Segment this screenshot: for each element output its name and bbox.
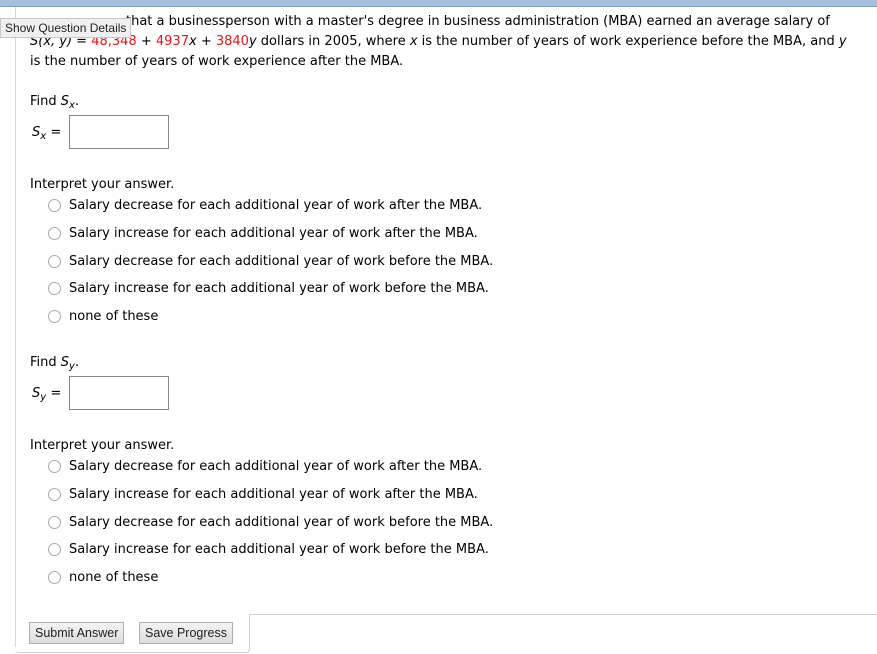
radio-button[interactable] — [48, 542, 61, 556]
sy-answer-label: Sy = — [32, 386, 61, 403]
part2-option[interactable]: none of these — [48, 568, 158, 586]
part2-option[interactable]: Salary increase for each additional year… — [48, 485, 478, 503]
option-label: none of these — [69, 569, 159, 585]
question-text-part: dollars in 2005, where — [256, 34, 410, 49]
top-bar — [0, 0, 877, 7]
show-question-details-tooltip[interactable]: Show Question Details — [0, 18, 132, 38]
sx-answer-input[interactable] — [69, 115, 169, 149]
option-label: Salary decrease for each additional year… — [69, 514, 494, 530]
save-progress-button[interactable]: Save Progress — [139, 622, 233, 644]
subscript: y — [69, 361, 75, 372]
part1-option[interactable]: Salary decrease for each additional year… — [48, 252, 493, 270]
option-label: Salary decrease for each additional year… — [69, 197, 483, 213]
radio-button[interactable] — [48, 309, 61, 323]
radio-button[interactable] — [48, 515, 61, 529]
interpret-label-2: Interpret your answer. — [30, 438, 175, 453]
radio-button[interactable] — [48, 487, 61, 501]
radio-button[interactable] — [48, 570, 61, 584]
formula-coef-x: 4937 — [155, 34, 189, 49]
part1-option[interactable]: Salary decrease for each additional year… — [48, 196, 482, 214]
part2-option[interactable]: Salary decrease for each additional year… — [48, 457, 482, 475]
formula-var-y: y — [248, 34, 257, 49]
question-line-3: is the number of years of work experienc… — [30, 54, 404, 69]
radio-button[interactable] — [48, 198, 61, 212]
part2-option[interactable]: Salary increase for each additional year… — [48, 540, 489, 558]
symbol: S — [60, 94, 70, 109]
var-y: y — [838, 34, 847, 49]
plus-sign: + — [136, 34, 156, 49]
left-divider — [15, 7, 16, 647]
question-line-2: S(x, y) = 48,348 + 4937x + 3840y dollars… — [30, 32, 870, 52]
question-line-1: that a businessperson with a master's de… — [126, 14, 830, 29]
submit-answer-button[interactable]: Submit Answer — [29, 622, 125, 644]
subscript: x — [69, 100, 75, 111]
part1-option[interactable]: Salary increase for each additional year… — [48, 279, 489, 297]
sx-answer-label: Sx = — [32, 125, 61, 142]
plus-sign: + — [196, 34, 216, 49]
radio-button[interactable] — [48, 281, 61, 295]
formula-var-x: x — [188, 34, 197, 49]
interpret-label-1: Interpret your answer. — [30, 177, 175, 192]
bottom-divider — [249, 614, 877, 615]
option-label: Salary decrease for each additional year… — [69, 253, 494, 269]
symbol: S — [60, 355, 70, 370]
question-text-part: is the number of years of work experienc… — [417, 34, 839, 49]
radio-button[interactable] — [48, 459, 61, 473]
formula-coef-y: 3840 — [215, 34, 249, 49]
option-label: Salary decrease for each additional year… — [69, 458, 483, 474]
find-sy-label: Find Sy. — [30, 355, 80, 372]
option-label: Salary increase for each additional year… — [69, 225, 478, 241]
sy-answer-input[interactable] — [69, 376, 169, 410]
option-label: Salary increase for each additional year… — [69, 280, 489, 296]
equals: = — [46, 386, 62, 401]
option-label: Salary increase for each additional year… — [69, 486, 478, 502]
part1-option[interactable]: none of these — [48, 307, 158, 325]
equals: = — [46, 125, 62, 140]
question-text: that a businessperson with a master's de… — [30, 12, 870, 72]
find-text: Find — [30, 355, 61, 370]
find-sx-label: Find Sx. — [30, 94, 80, 111]
radio-button[interactable] — [48, 226, 61, 240]
var-x: x — [409, 34, 418, 49]
part2-option[interactable]: Salary decrease for each additional year… — [48, 513, 493, 531]
option-label: Salary increase for each additional year… — [69, 541, 489, 557]
part1-option[interactable]: Salary increase for each additional year… — [48, 224, 478, 242]
find-text: Find — [30, 94, 61, 109]
option-label: none of these — [69, 308, 159, 324]
radio-button[interactable] — [48, 254, 61, 268]
